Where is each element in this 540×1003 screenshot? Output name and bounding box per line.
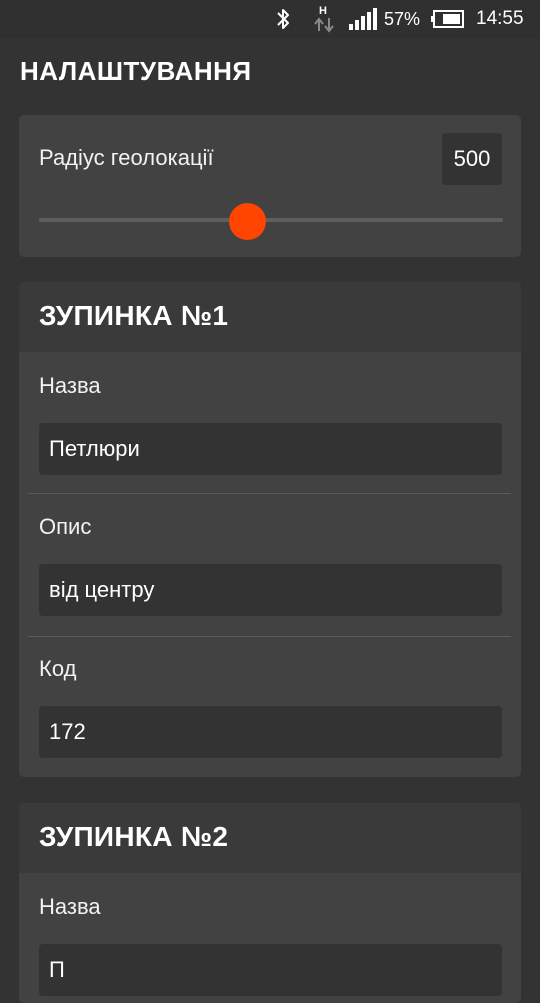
- stop-description-label: Опис: [39, 514, 92, 539]
- stop-code-label: Код: [39, 656, 77, 681]
- stop-description-field[interactable]: від центру: [39, 564, 502, 616]
- svg-text:H: H: [319, 5, 327, 17]
- radius-slider-thumb[interactable]: [229, 203, 267, 240]
- stop-title: ЗУПИНКА №1: [39, 300, 229, 331]
- divider: [28, 493, 511, 494]
- stop-card-1: ЗУПИНКА №1 Назва Петлюри Опис від центру…: [19, 282, 521, 777]
- radius-label: Радіус геолокації: [39, 145, 214, 170]
- radius-slider[interactable]: [39, 218, 503, 222]
- page-title: НАЛАШТУВАННЯ: [20, 56, 252, 86]
- status-bar: H 57% 14:55: [0, 0, 540, 38]
- stop-header: ЗУПИНКА №1: [19, 282, 521, 352]
- stop-name-label: Назва: [39, 894, 101, 919]
- stop-name-label: Назва: [39, 373, 101, 398]
- stop-name-field[interactable]: П: [39, 944, 502, 996]
- battery-percent: 57%: [384, 8, 421, 29]
- signal-icon: [348, 0, 378, 38]
- stop-header: ЗУПИНКА №2: [19, 803, 521, 873]
- stop-name-field[interactable]: Петлюри: [39, 423, 502, 475]
- divider: [28, 636, 511, 637]
- stop-card-2: ЗУПИНКА №2 Назва П: [19, 803, 521, 1003]
- stop-code-field[interactable]: 172: [39, 706, 502, 758]
- network-activity-icon: H: [311, 0, 337, 38]
- bluetooth-icon: [272, 0, 294, 38]
- battery-icon: [430, 0, 464, 38]
- clock: 14:55: [476, 8, 524, 29]
- radius-value: 500: [442, 133, 502, 185]
- stop-title: ЗУПИНКА №2: [39, 821, 229, 852]
- geolocation-radius-card: Радіус геолокації 500: [19, 115, 521, 257]
